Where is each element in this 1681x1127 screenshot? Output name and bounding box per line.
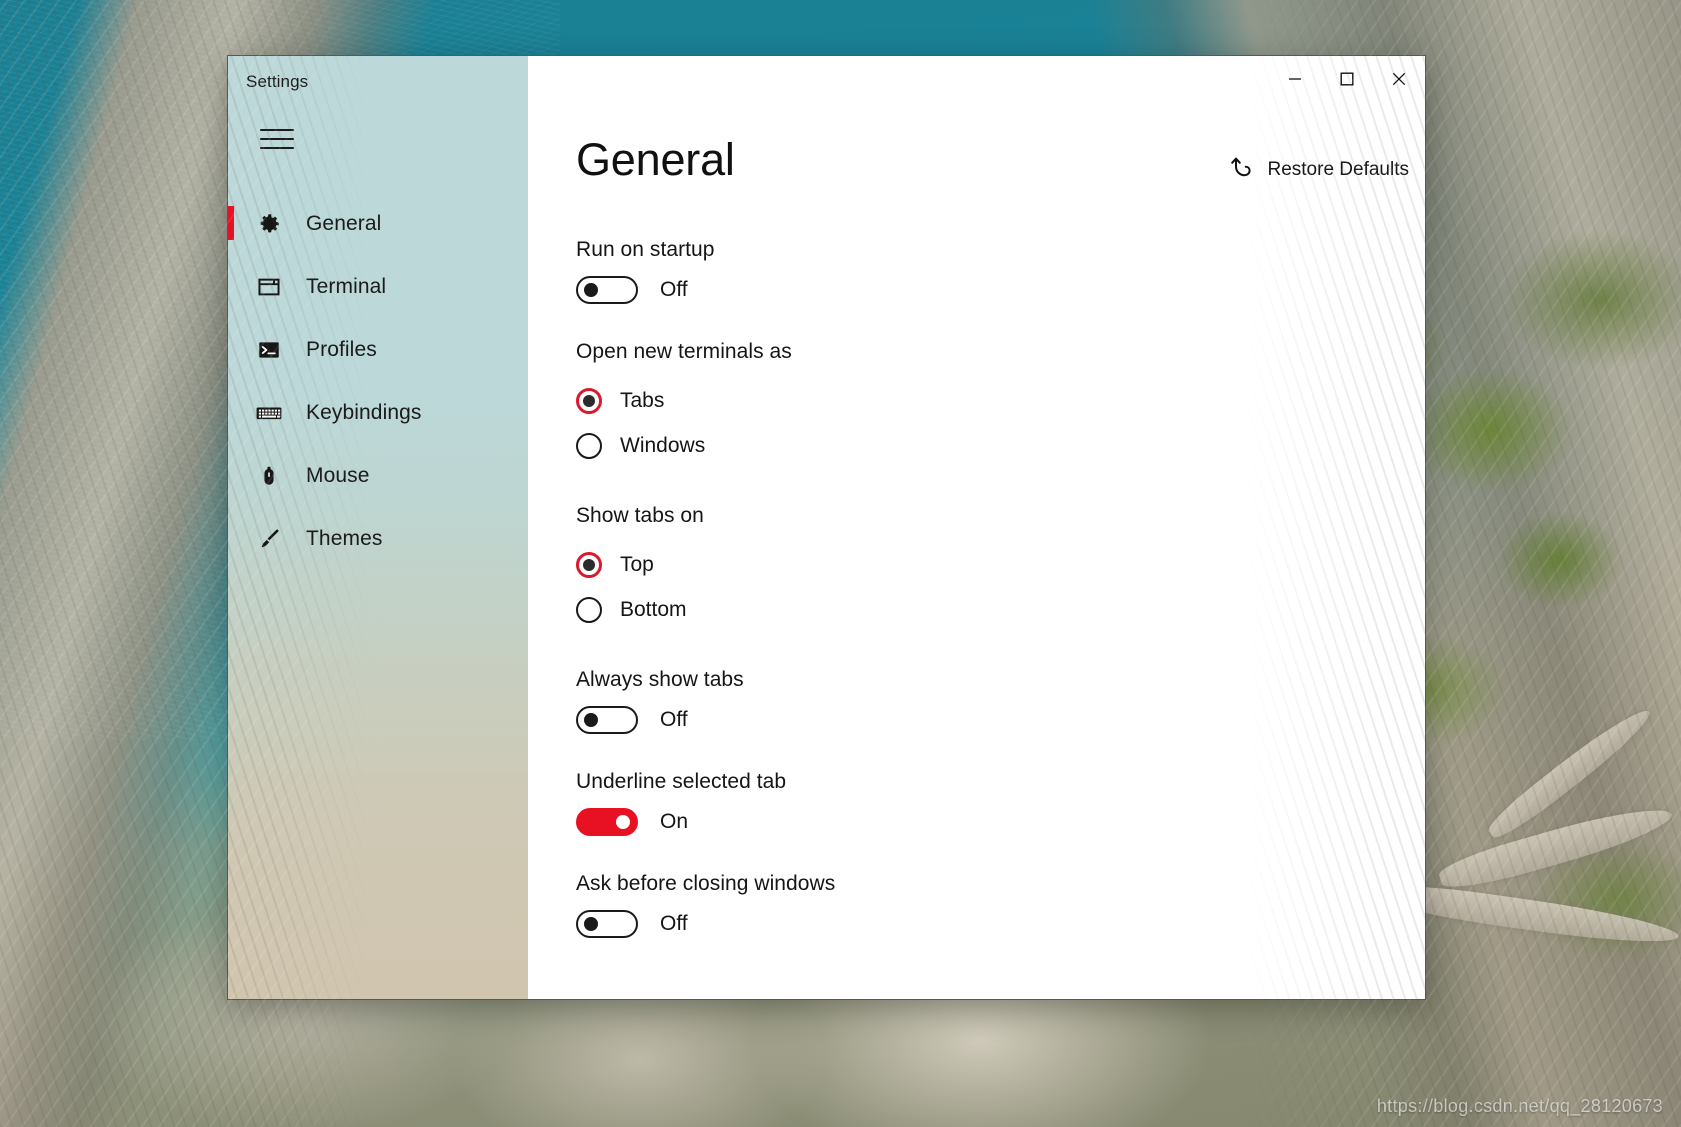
restore-defaults-label: Restore Defaults — [1267, 159, 1409, 181]
undo-arrow-icon — [1227, 152, 1257, 187]
hamburger-bar — [260, 147, 294, 149]
maximize-button[interactable] — [1321, 56, 1373, 102]
sidebar-item-mouse[interactable]: Mouse — [228, 444, 528, 507]
hamburger-bar — [260, 129, 294, 131]
window-icon — [254, 272, 284, 302]
radio-label: Top — [620, 553, 654, 577]
restore-defaults-button[interactable]: Restore Defaults — [1227, 152, 1409, 187]
sidebar-item-general[interactable]: General — [228, 192, 528, 255]
brush-icon — [254, 524, 284, 554]
setting-label: Always show tabs — [576, 668, 1425, 692]
road-decoration — [1436, 798, 1676, 897]
radio-label: Bottom — [620, 598, 687, 622]
run-on-startup-toggle[interactable] — [576, 276, 638, 304]
sidebar: Settings General — [228, 56, 528, 999]
minimize-button[interactable] — [1269, 56, 1321, 102]
sidebar-item-label: Profiles — [306, 338, 377, 362]
toggle-knob — [616, 815, 630, 829]
radio-label: Windows — [620, 434, 705, 458]
sidebar-item-label: Keybindings — [306, 401, 422, 425]
setting-open-new-terminals-as: Open new terminals as Tabs Windows — [576, 340, 1425, 468]
radio-option-top[interactable]: Top — [576, 542, 1425, 587]
hamburger-icon[interactable] — [260, 126, 294, 152]
gear-icon — [254, 209, 284, 239]
radio-group: Tabs Windows — [576, 378, 1425, 468]
sidebar-item-themes[interactable]: Themes — [228, 507, 528, 570]
setting-label: Open new terminals as — [576, 340, 1425, 364]
keyboard-icon — [254, 398, 284, 428]
toggle-knob — [584, 713, 598, 727]
sidebar-item-terminal[interactable]: Terminal — [228, 255, 528, 318]
radio-button[interactable] — [576, 597, 602, 623]
toggle-knob — [584, 283, 598, 297]
settings-window: Settings General — [227, 55, 1426, 1000]
sidebar-item-label: Themes — [306, 527, 382, 551]
setting-ask-before-closing-windows: Ask before closing windows Off — [576, 872, 1425, 938]
setting-label: Show tabs on — [576, 504, 1425, 528]
sidebar-item-label: Terminal — [306, 275, 386, 299]
window-title: Settings — [246, 72, 308, 92]
close-button[interactable] — [1373, 56, 1425, 102]
toggle-state-label: On — [660, 810, 688, 834]
selection-accent-bar — [228, 206, 234, 240]
radio-button[interactable] — [576, 552, 602, 578]
toggle-row: Off — [576, 910, 1425, 938]
road-decoration — [1483, 701, 1657, 845]
radio-group: Top Bottom — [576, 542, 1425, 632]
radio-button[interactable] — [576, 388, 602, 414]
toggle-state-label: Off — [660, 278, 688, 302]
settings-list: Run on startup Off Open new terminals as — [576, 238, 1425, 999]
mouse-icon — [254, 461, 284, 491]
setting-label: Ask before closing windows — [576, 872, 1425, 896]
sidebar-item-profiles[interactable]: Profiles — [228, 318, 528, 381]
radio-option-tabs[interactable]: Tabs — [576, 378, 1425, 423]
sidebar-item-keybindings[interactable]: Keybindings — [228, 381, 528, 444]
radio-option-windows[interactable]: Windows — [576, 423, 1425, 468]
titlebar-buttons — [1269, 56, 1425, 102]
minimize-icon — [1288, 72, 1302, 86]
console-icon — [254, 335, 284, 365]
setting-underline-selected-tab: Underline selected tab On — [576, 770, 1425, 836]
toggle-row: On — [576, 808, 1425, 836]
sidebar-item-label: Mouse — [306, 464, 370, 488]
setting-always-show-tabs: Always show tabs Off — [576, 668, 1425, 734]
toggle-row: Off — [576, 276, 1425, 304]
toggle-knob — [584, 917, 598, 931]
setting-run-on-startup: Run on startup Off — [576, 238, 1425, 304]
close-icon — [1392, 72, 1406, 86]
setting-label: Run on startup — [576, 238, 1425, 262]
desktop-wallpaper: Settings General — [0, 0, 1681, 1127]
setting-show-tabs-on: Show tabs on Top Bottom — [576, 504, 1425, 632]
sidebar-item-label: General — [306, 212, 381, 236]
toggle-row: Off — [576, 706, 1425, 734]
watermark: https://blog.csdn.net/qq_28120673 — [1377, 1096, 1663, 1117]
ask-before-closing-windows-toggle[interactable] — [576, 910, 638, 938]
toggle-state-label: Off — [660, 708, 688, 732]
radio-label: Tabs — [620, 389, 664, 413]
radio-button[interactable] — [576, 433, 602, 459]
maximize-icon — [1340, 72, 1354, 86]
main-content: General Restore Defaults Run on startup — [528, 56, 1425, 999]
radio-option-bottom[interactable]: Bottom — [576, 587, 1425, 632]
toggle-state-label: Off — [660, 912, 688, 936]
hamburger-bar — [260, 138, 294, 140]
page-title: General — [576, 134, 735, 186]
setting-label: Underline selected tab — [576, 770, 1425, 794]
always-show-tabs-toggle[interactable] — [576, 706, 638, 734]
underline-selected-tab-toggle[interactable] — [576, 808, 638, 836]
sidebar-nav: General Terminal — [228, 192, 528, 570]
